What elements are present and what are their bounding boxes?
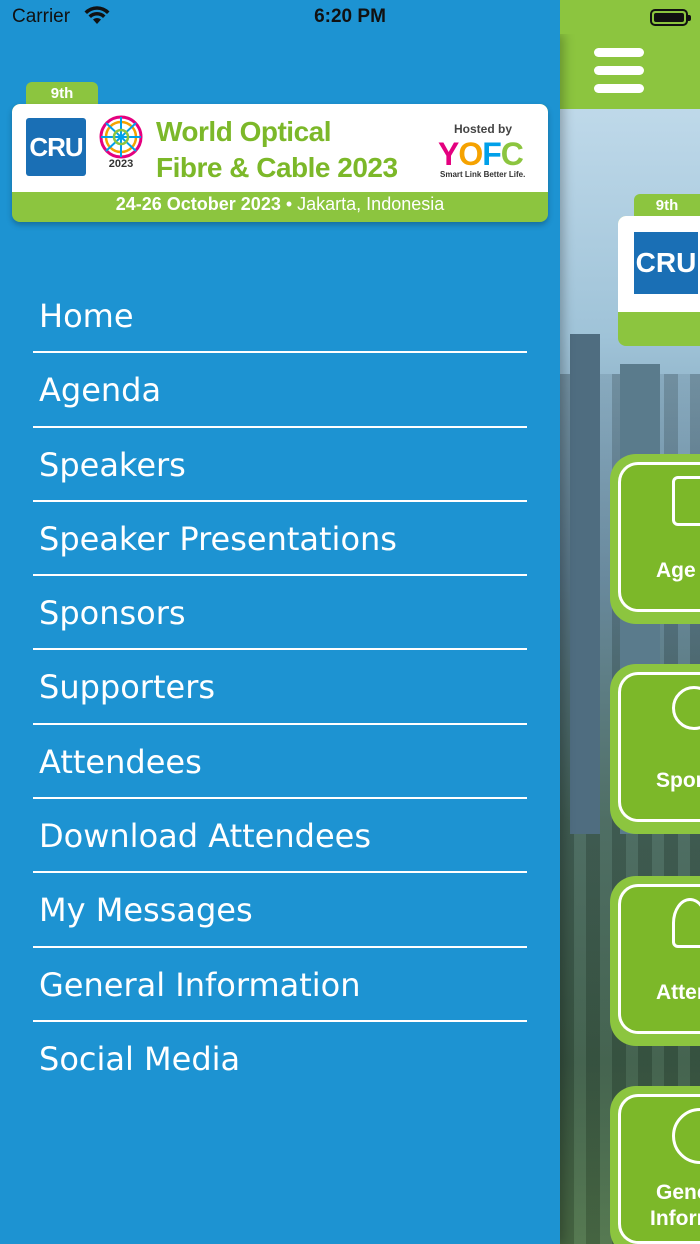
battery-icon <box>650 9 691 26</box>
cru-logo: CRU <box>634 232 698 294</box>
tile-agenda[interactable]: Age <box>610 454 700 624</box>
event-title: World Optical Fibre & Cable 2023 <box>156 116 398 183</box>
yofc-tagline: Smart Link Better Life. <box>440 170 526 179</box>
hosted-by-label: Hosted by <box>454 122 513 136</box>
clipboard-icon <box>672 476 700 526</box>
tile-general-information[interactable]: Gene Inform <box>610 1086 700 1244</box>
menu-item-download-attendees[interactable]: Download Attendees <box>33 799 527 874</box>
cru-logo: CRU <box>26 118 86 176</box>
hamburger-menu-icon[interactable] <box>594 48 644 94</box>
edition-tab: 9th <box>26 82 98 106</box>
event-banner: 9th CRU 2023 World Optical Fibre & Cable… <box>12 82 548 222</box>
banner-card: CRU 2023 World Optical Fibre & Cable 202… <box>12 104 548 222</box>
drawer-menu: Home Agenda Speakers Speaker Presentatio… <box>33 279 527 1096</box>
menu-item-home[interactable]: Home <box>33 279 527 354</box>
clock: 6:20 PM <box>314 6 386 27</box>
menu-item-attendees[interactable]: Attendees <box>33 725 527 800</box>
home-screen-background: 9th CRU Age Spon Atten Gene Inform <box>560 34 700 1244</box>
menu-item-sponsors[interactable]: Sponsors <box>33 576 527 651</box>
event-date-location: 24-26 October 2023 • Jakarta, Indonesia <box>115 194 445 214</box>
yofc-logo: YOFC <box>438 136 524 172</box>
menu-item-my-messages[interactable]: My Messages <box>33 873 527 948</box>
edition-tab: 9th <box>634 194 700 218</box>
globe-year: 2023 <box>108 158 134 170</box>
menu-item-speakers[interactable]: Speakers <box>33 428 527 502</box>
event-logo-card: CRU <box>618 216 700 346</box>
menu-item-speaker-presentations[interactable]: Speaker Presentations <box>33 502 527 577</box>
tile-attendees[interactable]: Atten <box>610 876 700 1046</box>
globe-icon <box>99 115 143 159</box>
menu-item-agenda[interactable]: Agenda <box>33 353 527 428</box>
menu-item-social-media[interactable]: Social Media <box>33 1022 527 1096</box>
status-bar: Carrier 6:20 PM <box>0 0 700 34</box>
people-icon <box>672 898 700 948</box>
tile-sponsors[interactable]: Spon <box>610 664 700 834</box>
menu-item-general-information[interactable]: General Information <box>33 948 527 1022</box>
menu-item-supporters[interactable]: Supporters <box>33 650 527 725</box>
top-app-bar <box>560 34 700 109</box>
side-drawer: 9th CRU 2023 World Optical Fibre & Cable… <box>0 34 560 1244</box>
